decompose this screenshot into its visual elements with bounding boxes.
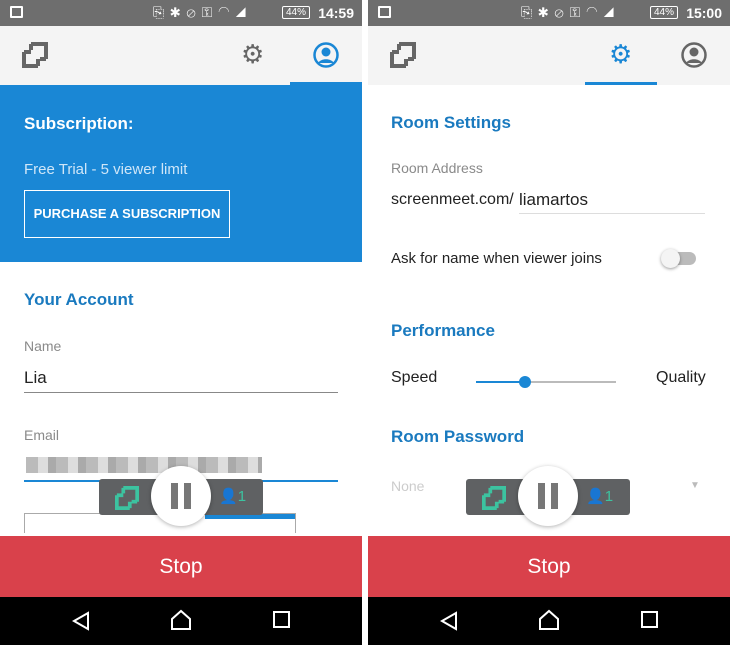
room-password-select[interactable]: None <box>391 478 424 494</box>
subscription-title: Subscription: <box>24 114 134 133</box>
back-icon[interactable] <box>438 610 460 632</box>
pause-icon <box>538 483 545 509</box>
room-address-label: Room Address <box>391 160 483 176</box>
purchase-subscription-button[interactable]: PURCHASE A SUBSCRIPTION <box>24 190 230 238</box>
pause-icon-bar <box>551 483 558 509</box>
your-account-title: Your Account <box>24 290 134 309</box>
viewer-count[interactable]: 👤1 <box>219 487 246 505</box>
navigation-bar <box>0 597 362 645</box>
screen-share-icon[interactable] <box>390 42 416 68</box>
settings-tab-gear-icon[interactable]: ⚙ <box>609 39 632 70</box>
slider-thumb[interactable] <box>519 376 531 388</box>
profile-tab-account-icon[interactable] <box>681 42 707 68</box>
status-bar: ⎘✱⊘⚿◠◢ 44% 14:59 <box>0 0 362 26</box>
slider-fill <box>476 381 525 383</box>
recents-icon[interactable] <box>272 610 292 630</box>
pause-icon-bar <box>184 483 191 509</box>
account-screen: ⎘✱⊘⚿◠◢ 44% 14:59 ⚙ Subscription: Free Tr… <box>0 0 362 645</box>
battery-indicator: 44% <box>281 6 310 19</box>
performance-slider[interactable] <box>476 376 616 388</box>
status-icons: ⎘✱⊘⚿◠◢ <box>152 4 252 20</box>
notification-icons <box>378 6 391 18</box>
screen-share-icon[interactable] <box>482 486 506 510</box>
settings-tab-gear-icon[interactable]: ⚙ <box>241 39 264 70</box>
room-address-prefix: screenmeet.com/ <box>391 191 514 208</box>
clock: 15:00 <box>686 5 722 21</box>
pause-icon <box>171 483 178 509</box>
subscription-section: Subscription: Free Trial - 5 viewer limi… <box>0 85 362 262</box>
status-bar: ⎘✱⊘⚿◠◢ 44% 15:00 <box>368 0 730 26</box>
blurred-email <box>26 457 262 473</box>
speed-label: Speed <box>391 369 438 386</box>
stop-button[interactable]: Stop <box>368 536 730 597</box>
name-label: Name <box>24 338 62 354</box>
quality-label: Quality <box>656 369 706 386</box>
screen-share-icon[interactable] <box>22 42 48 68</box>
active-tab-indicator <box>585 82 657 85</box>
recents-icon[interactable] <box>640 610 660 630</box>
room-settings-title: Room Settings <box>391 113 511 132</box>
viewer-count[interactable]: 👤1 <box>586 487 613 505</box>
battery-indicator: 44% <box>649 6 678 19</box>
app-bar: ⚙ <box>0 26 362 85</box>
room-password-title: Room Password <box>391 427 525 446</box>
clock: 14:59 <box>318 5 354 21</box>
name-input[interactable]: Lia <box>24 368 338 393</box>
subscription-plan: Free Trial - 5 viewer limit <box>24 161 188 178</box>
stop-button[interactable]: Stop <box>0 536 362 597</box>
room-address-input[interactable]: liamartos <box>519 190 705 214</box>
status-icons: ⎘✱⊘⚿◠◢ <box>520 4 620 20</box>
home-icon[interactable] <box>538 609 560 631</box>
performance-title: Performance <box>391 321 495 340</box>
ask-name-toggle[interactable] <box>661 249 696 268</box>
pause-button[interactable] <box>151 466 211 526</box>
settings-screen: ⎘✱⊘⚿◠◢ 44% 15:00 ⚙ Room Settings Room Ad… <box>368 0 730 645</box>
person-icon: 👤 <box>586 488 605 505</box>
profile-tab-account-icon[interactable] <box>313 42 339 68</box>
image-notification-icon <box>10 6 23 18</box>
back-icon[interactable] <box>70 610 92 632</box>
person-icon: 👤 <box>219 488 238 505</box>
navigation-bar <box>368 597 730 645</box>
screen-share-icon[interactable] <box>115 486 139 510</box>
dropdown-arrow-icon[interactable]: ▼ <box>690 480 700 491</box>
app-bar: ⚙ <box>368 26 730 85</box>
home-icon[interactable] <box>170 609 192 631</box>
email-label: Email <box>24 427 60 443</box>
ask-name-label: Ask for name when viewer joins <box>391 250 602 267</box>
pause-button[interactable] <box>518 466 578 526</box>
